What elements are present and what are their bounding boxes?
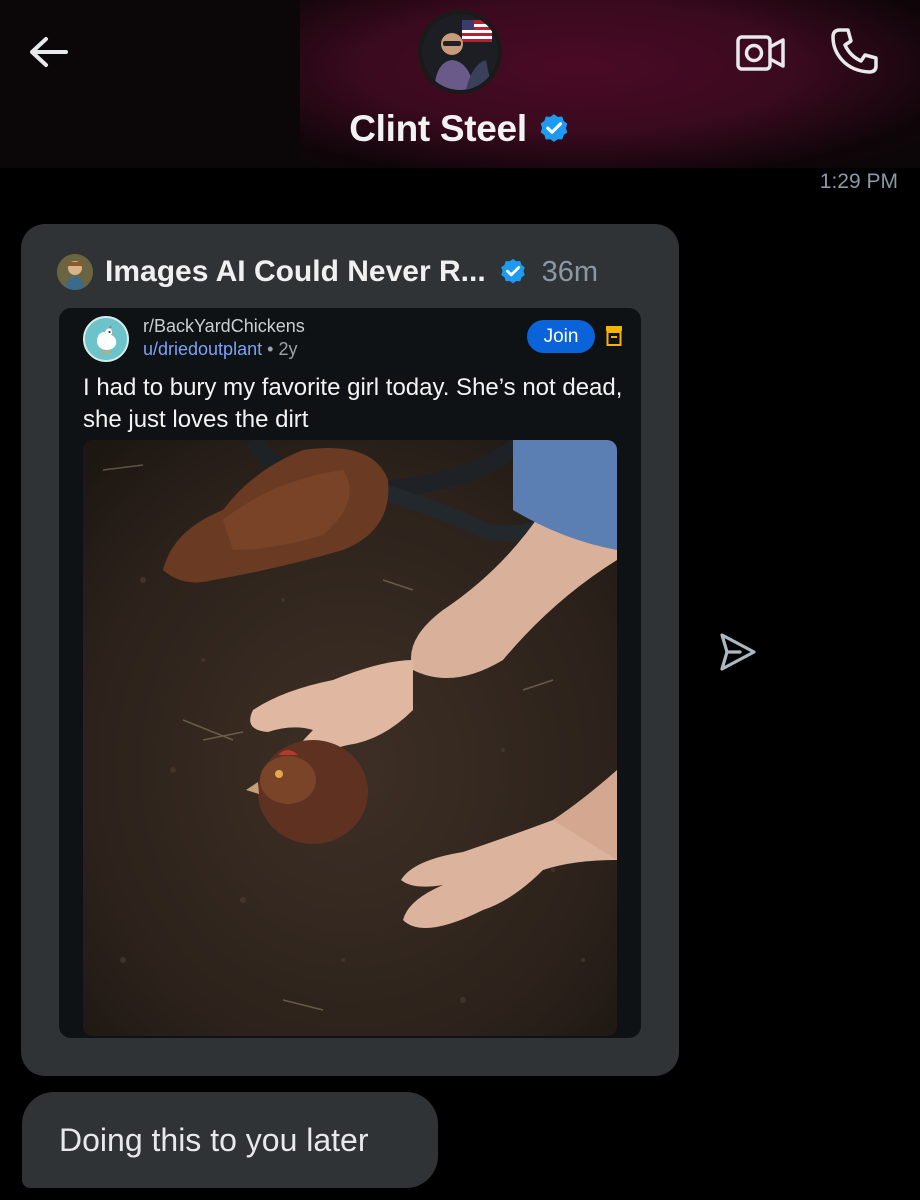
message-timestamp: 1:29 PM	[819, 170, 898, 193]
chat-header: Clint Steel	[0, 0, 920, 168]
post-photo[interactable]	[83, 440, 617, 1036]
subreddit-name: r/BackYardChickens	[143, 316, 305, 336]
verified-badge-icon	[540, 114, 568, 142]
contact-avatar[interactable]	[418, 10, 502, 94]
account-avatar-image	[57, 254, 93, 290]
account-avatar[interactable]	[57, 254, 93, 290]
video-call-button[interactable]	[734, 30, 788, 76]
message-bubble[interactable]: Doing this to you later	[22, 1092, 438, 1188]
share-send-button[interactable]	[716, 630, 760, 674]
shared-account-title: Images AI Could Never R...	[105, 255, 486, 288]
bookmark-icon[interactable]	[606, 326, 622, 346]
post-age: 2y	[278, 339, 298, 359]
contact-name: Clint Steel	[349, 108, 527, 149]
video-camera-icon	[736, 35, 785, 71]
meta-separator: •	[267, 339, 274, 359]
shared-post-card[interactable]: Images AI Could Never R... 36m r/BackYar…	[21, 224, 679, 1076]
back-button[interactable]	[24, 30, 72, 78]
shared-post-header: Images AI Could Never R... 36m	[57, 252, 598, 292]
shared-post-time: 36m	[541, 255, 599, 288]
chicken-icon	[85, 318, 127, 360]
author-username: u/driedoutplant	[143, 339, 263, 359]
arrow-left-icon	[30, 37, 68, 67]
post-title: I had to bury my favorite girl today. Sh…	[83, 374, 623, 433]
verified-badge-icon	[500, 258, 525, 284]
join-button[interactable]: Join	[527, 320, 595, 353]
chicken-in-dirt-image	[83, 440, 617, 1036]
contact-title[interactable]: Clint Steel	[0, 104, 920, 154]
phone-icon	[831, 28, 878, 74]
post-author: u/driedoutplant • 2y	[143, 339, 297, 360]
reddit-screenshot: r/BackYardChickens u/driedoutplant • 2y …	[59, 308, 641, 1038]
voice-call-button[interactable]	[826, 24, 882, 80]
subreddit-avatar	[83, 316, 129, 362]
send-icon	[720, 633, 756, 671]
avatar-photo	[422, 14, 498, 90]
message-text: Doing this to you later	[59, 1121, 369, 1158]
